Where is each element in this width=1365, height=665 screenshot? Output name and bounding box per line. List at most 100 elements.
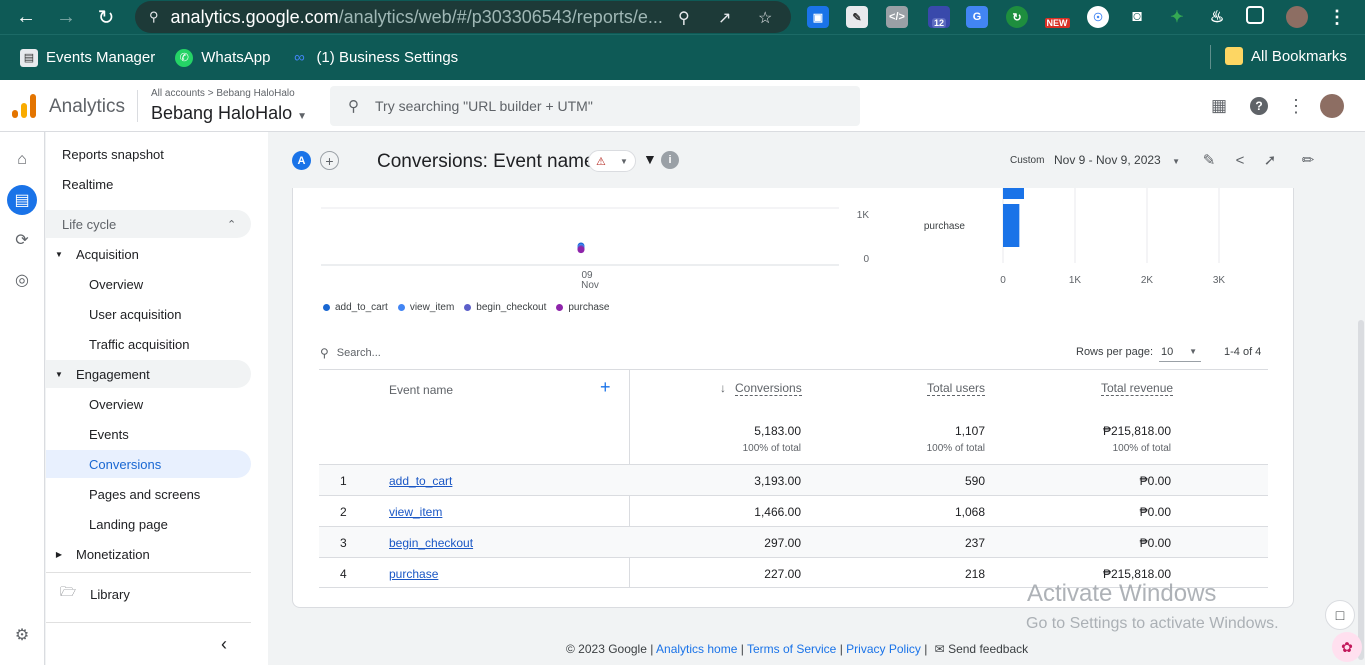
feedback-chat-icon[interactable]: □ <box>1325 600 1355 630</box>
help-icon[interactable]: ? <box>1247 94 1271 118</box>
profile-avatar[interactable] <box>1286 6 1308 28</box>
assistant-icon[interactable]: ✿ <box>1332 632 1362 662</box>
info-icon[interactable]: i <box>661 151 679 169</box>
legend-item[interactable]: add_to_cart <box>323 302 388 313</box>
admin-gear-icon[interactable]: ⚙ <box>7 620 37 650</box>
extension-icon[interactable]: ▣ <box>807 6 829 28</box>
bar-xtick-label: 0 <box>1000 275 1006 286</box>
comparison-badge[interactable]: A <box>292 151 311 170</box>
apps-grid-icon[interactable]: ▦ <box>1207 94 1231 118</box>
nav-landing-page[interactable]: Landing page <box>89 510 168 538</box>
extension-badge: 12 <box>931 18 946 28</box>
column-header-event-name[interactable]: Event name <box>389 383 453 397</box>
nav-engagement-overview[interactable]: Overview <box>89 390 143 418</box>
extension-icon[interactable]: ☉ <box>1087 6 1109 28</box>
site-info-icon[interactable]: ⚲ <box>149 9 159 25</box>
bookmark-business-settings[interactable]: ∞ (1) Business Settings <box>290 49 458 67</box>
explore-icon[interactable]: ⟳ <box>7 225 37 255</box>
nav-events[interactable]: Events <box>89 420 129 448</box>
side-panel-icon[interactable] <box>1246 6 1264 24</box>
event-name-link[interactable]: add_to_cart <box>389 474 452 488</box>
property-selector[interactable]: Bebang HaloHalo ▼ <box>151 103 307 124</box>
more-vert-icon[interactable]: ⋮ <box>1284 94 1308 118</box>
date-range-picker[interactable]: Nov 9 - Nov 9, 2023 ▼ <box>1054 153 1180 167</box>
nav-monetization[interactable]: ▶ Monetization <box>46 540 150 568</box>
extension-icon[interactable]: G <box>966 6 988 28</box>
extension-icon[interactable]: </> <box>886 6 908 28</box>
nav-traffic-acquisition[interactable]: Traffic acquisition <box>89 330 189 358</box>
nav-pages-and-screens[interactable]: Pages and screens <box>89 480 200 508</box>
row-revenue: ₱215,818.00 <box>1102 567 1171 581</box>
send-feedback-link[interactable]: Send feedback <box>948 642 1028 656</box>
share-icon[interactable]: ↗ <box>718 8 731 28</box>
nav-user-acquisition[interactable]: User acquisition <box>89 300 182 328</box>
bookmark-whatsapp[interactable]: ✆ WhatsApp <box>175 48 270 67</box>
nav-engagement[interactable]: ▼ Engagement <box>46 360 251 388</box>
nav-life-cycle[interactable]: Life cycle ⌃ <box>46 210 251 238</box>
extension-icon[interactable]: ✦ <box>1166 6 1188 28</box>
scrollbar[interactable] <box>1358 320 1364 660</box>
event-name-link[interactable]: purchase <box>389 567 438 581</box>
advertising-icon[interactable]: ◎ <box>7 265 37 295</box>
nav-acquisition[interactable]: ▼ Acquisition <box>46 240 139 268</box>
nav-reports-snapshot[interactable]: Reports snapshot <box>62 140 164 168</box>
terms-link[interactable]: Terms of Service <box>747 642 836 656</box>
row-revenue: ₱0.00 <box>1139 474 1171 488</box>
extension-icon[interactable]: ↻ <box>1006 6 1028 28</box>
customize-report-icon[interactable]: ✎ <box>1199 150 1219 170</box>
zoom-icon[interactable]: ⚲ <box>678 8 690 28</box>
privacy-link[interactable]: Privacy Policy <box>846 642 921 656</box>
reports-icon[interactable]: ▤ <box>7 185 37 215</box>
insights-icon[interactable]: ➚ <box>1260 150 1280 170</box>
legend-item[interactable]: view_item <box>397 302 454 313</box>
all-bookmarks-folder[interactable]: All Bookmarks <box>1225 47 1347 65</box>
nav-realtime[interactable]: Realtime <box>62 170 113 198</box>
row-users: 237 <box>964 536 985 550</box>
column-header-conversions[interactable]: Conversions <box>735 381 802 396</box>
nav-library[interactable]: 🗁 Library <box>60 580 130 608</box>
forward-button[interactable]: → <box>46 0 86 34</box>
sort-desc-icon[interactable]: ↓ <box>720 381 726 395</box>
row-index: 2 <box>340 505 347 519</box>
user-avatar[interactable] <box>1320 94 1344 118</box>
left-rail: ⌂ ▤ ⟳ ◎ ⚙ <box>0 132 45 665</box>
event-name-link[interactable]: view_item <box>389 505 442 519</box>
row-conversions: 1,466.00 <box>754 505 801 519</box>
search-input[interactable]: ⚲ Try searching "URL builder + UTM" <box>330 86 860 126</box>
edit-pencil-icon[interactable]: ✏ <box>1298 150 1318 170</box>
account-breadcrumb[interactable]: All accounts > Bebang HaloHalo <box>151 88 295 99</box>
add-comparison-icon[interactable]: + <box>320 151 339 170</box>
home-icon[interactable]: ⌂ <box>7 145 37 175</box>
browser-menu-icon[interactable]: ⋮ <box>1326 6 1348 28</box>
table-row: 3 begin_checkout 297.00 237 ₱0.00 <box>319 526 1268 557</box>
extension-icon[interactable]: ✎ <box>846 6 868 28</box>
reload-button[interactable]: ↻ <box>86 0 126 34</box>
legend-item[interactable]: begin_checkout <box>464 302 546 313</box>
analytics-home-link[interactable]: Analytics home <box>656 642 737 656</box>
bookmark-events-manager[interactable]: ▤ Events Manager <box>20 48 155 67</box>
extension-icon[interactable]: 12 <box>928 6 950 28</box>
extension-icon[interactable]: NEW <box>1041 6 1073 28</box>
nav-conversions[interactable]: Conversions <box>46 450 251 478</box>
address-bar[interactable]: ⚲ analytics.google.com /analytics/web/#/… <box>135 1 791 33</box>
extensions-puzzle-icon[interactable]: ♨ <box>1206 6 1228 28</box>
column-header-total-revenue[interactable]: Total revenue <box>1101 381 1174 396</box>
extension-icon[interactable]: ◙ <box>1126 6 1148 28</box>
column-header-total-users[interactable]: Total users <box>927 381 986 396</box>
bar-grid: 0 1K 2K 3K <box>1000 188 1225 286</box>
filter-icon[interactable]: ▼ <box>643 151 657 167</box>
back-button[interactable]: ← <box>6 0 46 34</box>
add-dimension-icon[interactable]: + <box>600 377 611 398</box>
bookmark-star-icon[interactable]: ☆ <box>758 8 772 28</box>
data-quality-button[interactable]: ⚠ ▼ <box>588 150 636 172</box>
rows-per-page-select[interactable]: 10 ▼ <box>1159 342 1201 362</box>
table-search-input[interactable]: ⚲ Search... <box>320 346 381 360</box>
bar-category-label: purchase <box>924 221 966 232</box>
share-icon[interactable]: < <box>1230 150 1250 170</box>
new-badge: NEW <box>1044 18 1070 28</box>
legend-item[interactable]: purchase <box>556 302 610 313</box>
collapse-nav-icon[interactable]: ‹ <box>221 634 227 655</box>
nav-acquisition-overview[interactable]: Overview <box>89 270 143 298</box>
line-points <box>577 242 585 254</box>
event-name-link[interactable]: begin_checkout <box>389 536 473 550</box>
